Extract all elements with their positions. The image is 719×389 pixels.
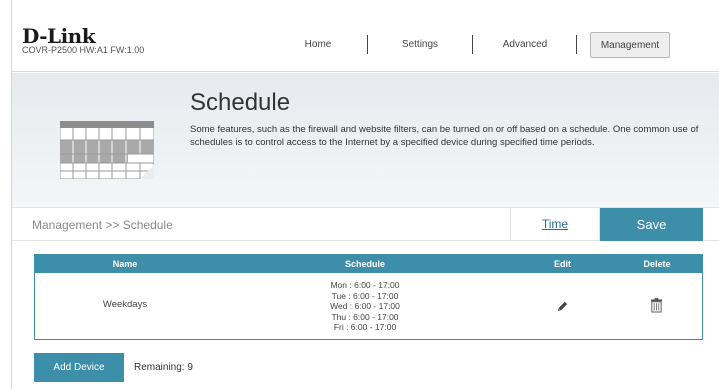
breadcrumb: Management >> Schedule xyxy=(32,218,173,232)
nav-advanced[interactable]: Advanced xyxy=(490,32,560,58)
nav-management[interactable]: Management xyxy=(590,32,670,58)
table-header: Name Schedule Edit Delete xyxy=(35,255,702,273)
column-header-delete: Delete xyxy=(643,259,671,269)
time-link[interactable]: Time xyxy=(510,208,600,241)
nav-separator xyxy=(576,35,577,54)
schedule-time-entry: Fri : 6:00 - 17:00 xyxy=(333,322,397,332)
top-header: D-Link COVR-P2500 HW:A1 FW:1.00 Home Set… xyxy=(12,0,719,72)
schedule-name: Weekdays xyxy=(102,299,148,310)
remaining-count: Remaining: 9 xyxy=(134,362,193,373)
page-description: Some features, such as the firewall and … xyxy=(190,124,699,148)
save-button[interactable]: Save xyxy=(600,208,703,241)
table-row: Weekdays Mon : 6:00 - 17:00 Tue : 6:00 -… xyxy=(35,273,702,339)
column-header-name: Name xyxy=(112,259,138,269)
schedule-time-entry: Tue : 6:00 - 17:00 xyxy=(331,290,399,301)
nav-separator xyxy=(367,35,368,54)
router-admin-page: D-Link COVR-P2500 HW:A1 FW:1.00 Home Set… xyxy=(11,0,719,389)
schedule-time-entry: Wed : 6:00 - 17:00 xyxy=(330,301,400,311)
nav-home[interactable]: Home xyxy=(290,32,346,58)
page-title: Schedule xyxy=(190,89,291,116)
column-header-schedule: Schedule xyxy=(344,259,385,269)
nav-settings[interactable]: Settings xyxy=(388,32,452,58)
nav-separator xyxy=(472,35,473,54)
trash-icon[interactable] xyxy=(650,298,663,313)
dlink-logo: D-Link xyxy=(22,24,96,48)
schedule-time-entry: Mon : 6:00 - 17:00 xyxy=(330,280,400,290)
breadcrumb-bar: Management >> Schedule Time Save xyxy=(12,207,719,241)
page-banner: Schedule Some features, such as the fire… xyxy=(12,73,719,207)
pencil-icon[interactable] xyxy=(556,300,569,313)
schedule-times: Mon : 6:00 - 17:00 Tue : 6:00 - 17:00 We… xyxy=(215,280,515,333)
calendar-icon xyxy=(60,121,154,179)
schedule-time-entry: Thu : 6:00 - 17:00 xyxy=(331,311,399,322)
column-header-edit: Edit xyxy=(554,259,571,269)
model-info: COVR-P2500 HW:A1 FW:1.00 xyxy=(22,45,145,55)
add-device-button[interactable]: Add Device xyxy=(34,353,124,382)
schedule-table: Name Schedule Edit Delete Weekdays Mon :… xyxy=(34,254,703,340)
